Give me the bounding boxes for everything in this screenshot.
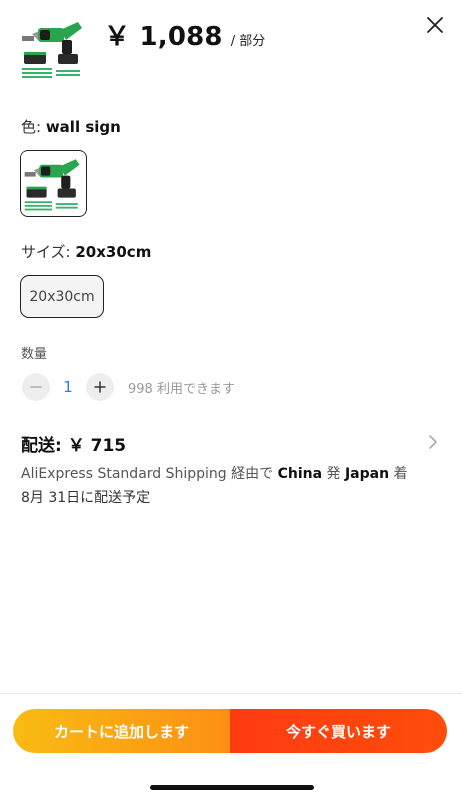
shipping-cost[interactable]: 配送: ￥ 715: [21, 431, 126, 456]
bottom-divider: [0, 693, 462, 694]
quantity-decrease-button[interactable]: [22, 373, 50, 401]
quantity-stepper: 1 998 利用できます: [22, 373, 235, 401]
product-price: ￥ 1,088: [104, 22, 223, 52]
quantity-value[interactable]: 1: [50, 378, 86, 396]
size-label: サイズ:: [21, 243, 76, 261]
chevron-right-icon: [429, 435, 437, 449]
add-to-cart-button[interactable]: カートに追加します: [13, 709, 230, 753]
shipping-to-word: 着: [389, 466, 408, 482]
shipping-method: AliExpress Standard Shipping 経由で China 発…: [21, 463, 408, 483]
home-indicator[interactable]: [150, 785, 314, 790]
selected-size: 20x30cm: [75, 243, 152, 261]
size-option-20x30cm[interactable]: 20x30cm: [20, 275, 104, 318]
price-unit: / 部分: [230, 34, 266, 49]
sku-selection-sheet: ￥ 1,088 / 部分 色: wall sign サイズ: 20x30cm 2…: [0, 0, 462, 800]
color-label: 色:: [21, 118, 46, 136]
close-icon: [427, 17, 443, 33]
shipping-from-word: 発: [322, 466, 345, 482]
color-option-wall-sign[interactable]: [20, 150, 87, 217]
shipping-method-text: AliExpress Standard Shipping 経由で: [21, 466, 278, 482]
price-row: ￥ 1,088 / 部分: [104, 16, 265, 53]
action-bar: カートに追加します 今すぐ買います: [13, 709, 447, 753]
delivery-estimate: 8月 31日に配送予定: [21, 490, 151, 506]
quantity-label: 数量: [21, 347, 48, 362]
reciprocating-saw-image: [18, 14, 88, 82]
size-label-row: サイズ: 20x30cm: [21, 241, 151, 262]
color-label-row: 色: wall sign: [21, 116, 121, 137]
stock-available: 998 利用できます: [128, 381, 235, 397]
quantity-increase-button[interactable]: [86, 373, 114, 401]
selected-color: wall sign: [45, 118, 121, 136]
plus-icon: [94, 381, 106, 393]
minus-icon: [30, 386, 42, 388]
shipping-origin: China: [277, 466, 323, 482]
close-button[interactable]: [422, 12, 448, 38]
shipping-destination: Japan: [344, 466, 390, 482]
buy-now-button[interactable]: 今すぐ買います: [230, 709, 447, 753]
reciprocating-saw-swatch-image: [21, 151, 85, 215]
shipping-details-button[interactable]: [426, 433, 440, 451]
product-thumbnail[interactable]: [18, 14, 88, 82]
